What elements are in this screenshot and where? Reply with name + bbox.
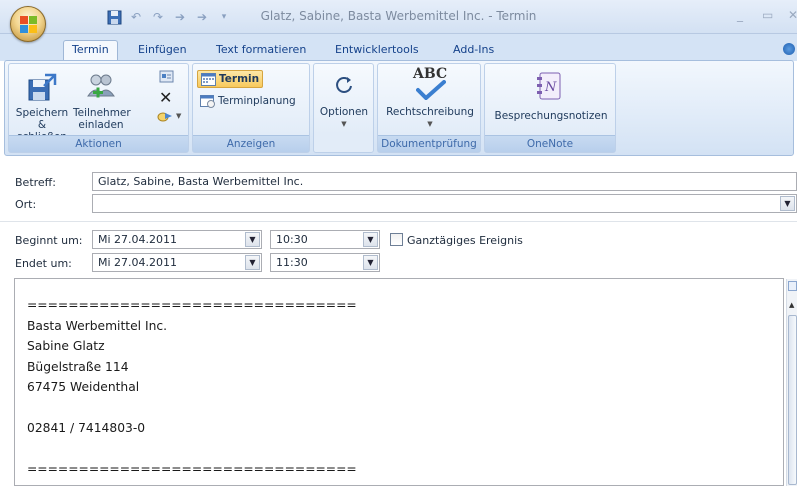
start-date-select[interactable]: Mi 27.04.2011 ▼ xyxy=(92,230,262,249)
chevron-down-icon: ▼ xyxy=(249,235,256,244)
refresh-options-icon xyxy=(336,77,352,93)
help-icon[interactable] xyxy=(783,43,795,55)
delete-button[interactable]: ✕ xyxy=(159,88,172,107)
ganztaegig-label[interactable]: Ganztägiges Ereignis xyxy=(407,234,523,247)
start-time-select[interactable]: 10:30 ▼ xyxy=(270,230,380,249)
body-scrollbar[interactable]: ▲ xyxy=(786,279,797,486)
tab-termin[interactable]: Termin xyxy=(63,40,118,62)
chevron-down-icon: ▼ xyxy=(341,120,347,128)
beginnt-label: Beginnt um: xyxy=(15,234,83,247)
tab-entwicklertools[interactable]: Entwicklertools xyxy=(327,41,427,61)
close-icon[interactable]: ✕ xyxy=(788,8,797,22)
end-date-dropdown-button[interactable]: ▼ xyxy=(245,255,260,270)
spelling-icon: ABC xyxy=(410,67,450,102)
title-bar: ↶ ↷ ➔ ➔ ▾ Glatz, Sabine, Basta Werbemitt… xyxy=(0,0,797,34)
save-and-close-button[interactable]: Speichern & schließen xyxy=(12,72,72,143)
appointment-form: Betreff: Glatz, Sabine, Basta Werbemitte… xyxy=(0,157,797,275)
message-body-text: ================================ Basta W… xyxy=(27,298,357,476)
maximize-icon[interactable]: ▭ xyxy=(762,8,773,22)
optionen-button[interactable]: Optionen ▼ xyxy=(317,74,371,130)
betreff-label: Betreff: xyxy=(15,176,56,189)
invite-attendees-button[interactable]: Teilnehmer einladen xyxy=(73,72,131,131)
besprechungsnotizen-button[interactable]: N Besprechungsnotizen xyxy=(488,70,614,122)
tab-text-formatieren[interactable]: Text formatieren xyxy=(208,41,314,61)
forward-icon xyxy=(157,112,172,122)
minimize-icon[interactable]: _ xyxy=(737,8,743,22)
group-label-aktionen: Aktionen xyxy=(9,135,188,152)
chevron-down-icon: ▼ xyxy=(427,120,433,128)
onenote-icon: N xyxy=(537,72,561,100)
view-termin-button[interactable]: Termin xyxy=(197,70,264,88)
group-label-anzeigen: Anzeigen xyxy=(193,135,309,152)
betreff-input[interactable]: Glatz, Sabine, Basta Werbemittel Inc. xyxy=(92,172,797,191)
message-body-editor[interactable]: ================================ Basta W… xyxy=(14,278,784,486)
scroll-up-icon[interactable]: ▲ xyxy=(789,301,794,309)
tab-add-ins[interactable]: Add-Ins xyxy=(445,41,502,61)
ganztaegig-checkbox[interactable] xyxy=(390,233,403,246)
end-time-select[interactable]: 11:30 ▼ xyxy=(270,253,380,272)
save-close-icon xyxy=(28,73,57,101)
scheduling-icon xyxy=(200,95,215,108)
chevron-down-icon: ▼ xyxy=(367,235,374,244)
end-time-dropdown-button[interactable]: ▼ xyxy=(363,255,378,270)
chevron-down-icon: ▼ xyxy=(249,258,256,267)
divider xyxy=(0,221,797,222)
group-anzeigen: Termin Terminplanung Anzeigen xyxy=(192,63,310,153)
scrollbar-thumb[interactable] xyxy=(788,315,797,485)
rechtschreibung-button[interactable]: ABC Rechtschreibung ▼ xyxy=(381,67,479,130)
address-book-button[interactable] xyxy=(159,69,174,84)
chevron-down-icon: ▼ xyxy=(367,258,374,267)
group-onenote: N Besprechungsnotizen OneNote xyxy=(484,63,616,153)
ort-label: Ort: xyxy=(15,198,37,211)
ribbon: Speichern & schließen Teilnehmer einlade… xyxy=(4,60,794,156)
group-label-onenote: OneNote xyxy=(485,135,615,152)
ribbon-tabs: Termin Einfügen Text formatieren Entwick… xyxy=(0,34,797,62)
delete-icon: ✕ xyxy=(159,88,173,107)
optionen-label: Optionen xyxy=(319,106,369,118)
ort-dropdown-button[interactable]: ▼ xyxy=(780,196,795,211)
tab-einfuegen[interactable]: Einfügen xyxy=(130,41,195,61)
endet-label: Endet um: xyxy=(15,257,72,270)
group-optionen: Optionen ▼ xyxy=(313,63,374,153)
forward-button[interactable]: ▼ xyxy=(157,109,181,123)
calendar-icon xyxy=(201,73,216,86)
window-title: Glatz, Sabine, Basta Werbemittel Inc. - … xyxy=(260,9,537,23)
office-button[interactable] xyxy=(10,6,46,42)
group-label-dokumentpruefung: Dokumentprüfung xyxy=(378,135,480,152)
office-logo-icon xyxy=(20,16,38,34)
chevron-down-icon: ▼ xyxy=(176,112,182,120)
start-date-dropdown-button[interactable]: ▼ xyxy=(245,232,260,247)
view-terminplanung-button[interactable]: Terminplanung xyxy=(200,93,296,108)
chevron-down-icon: ▼ xyxy=(784,199,791,208)
ruler-toggle-icon[interactable] xyxy=(788,281,797,291)
start-time-dropdown-button[interactable]: ▼ xyxy=(363,232,378,247)
group-dokumentpruefung: ABC Rechtschreibung ▼ Dokumentprüfung xyxy=(377,63,481,153)
group-aktionen: Speichern & schließen Teilnehmer einlade… xyxy=(8,63,189,153)
address-book-icon xyxy=(159,70,174,83)
ort-input[interactable]: ▼ xyxy=(92,194,797,213)
end-date-select[interactable]: Mi 27.04.2011 ▼ xyxy=(92,253,262,272)
attendees-icon xyxy=(87,74,115,98)
svg-text:N: N xyxy=(544,80,557,95)
